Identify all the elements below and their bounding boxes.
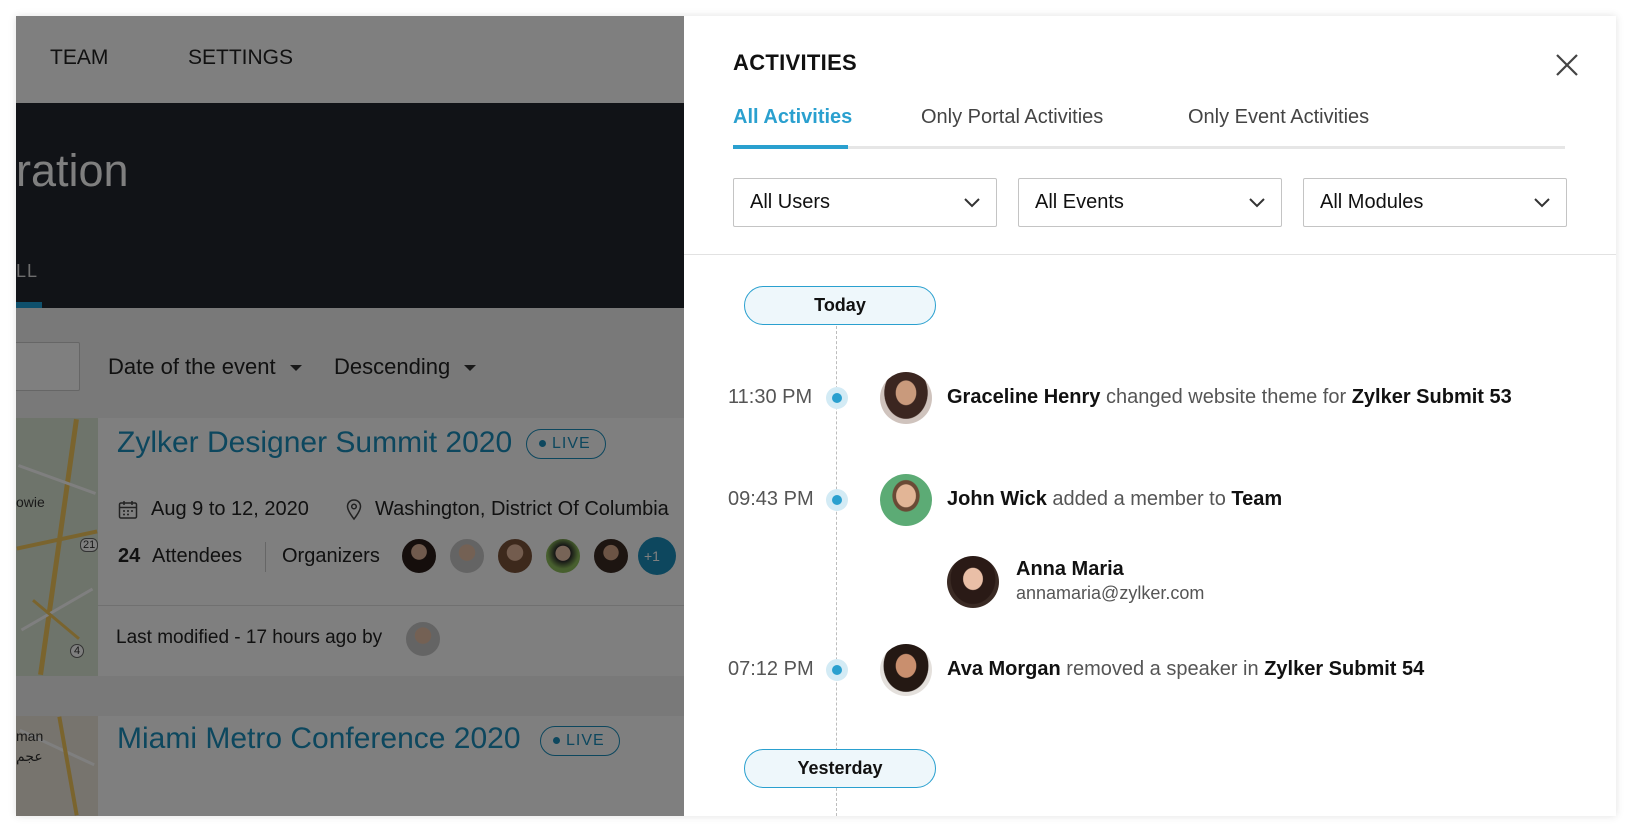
activity-time: 09:43 PM: [728, 488, 814, 510]
activity-action: removed a speaker in: [1066, 658, 1259, 680]
avatar: [880, 372, 932, 424]
activity-action: added a member to: [1052, 488, 1226, 510]
avatar: [880, 474, 932, 526]
activity-time: 11:30 PM: [728, 386, 813, 408]
activity-target[interactable]: Zylker Submit 53: [1352, 386, 1512, 408]
users-filter-dropdown[interactable]: All Users: [733, 178, 997, 227]
active-tab-indicator: [733, 145, 848, 149]
activity-time: 07:12 PM: [728, 658, 814, 680]
member-email: annamaria@zylker.com: [1016, 583, 1205, 603]
panel-title: ACTIVITIES: [733, 50, 858, 75]
day-label-today: Today: [744, 286, 936, 325]
activity-actor[interactable]: Graceline Henry: [947, 386, 1100, 408]
tab-only-event-activities[interactable]: Only Event Activities: [1188, 106, 1369, 129]
activities-panel: ACTIVITIES All Activities Only Portal Ac…: [684, 16, 1616, 816]
modules-filter-label: All Modules: [1320, 191, 1424, 213]
chevron-down-icon: [1534, 198, 1550, 208]
activity-action: changed website theme for: [1105, 386, 1347, 408]
member-name[interactable]: Anna Maria: [1016, 558, 1124, 581]
avatar: [880, 644, 932, 696]
timeline-dot: [826, 659, 848, 681]
tab-only-portal-activities[interactable]: Only Portal Activities: [921, 106, 1103, 129]
activity-description: Ava Morgan removed a speaker in Zylker S…: [947, 658, 1424, 681]
chevron-down-icon: [1249, 198, 1265, 208]
activity-target[interactable]: Zylker Submit 54: [1264, 658, 1424, 680]
modal-backdrop[interactable]: [16, 16, 684, 816]
activity-actor[interactable]: Ava Morgan: [947, 658, 1061, 680]
activity-target[interactable]: Team: [1231, 488, 1282, 510]
activity-actor[interactable]: John Wick: [947, 488, 1047, 510]
events-filter-dropdown[interactable]: All Events: [1018, 178, 1282, 227]
panel-divider: [684, 254, 1616, 255]
activity-description: John Wick added a member to Team: [947, 488, 1282, 511]
background-page: TEAM SETTINGS ration LL Date of the even…: [16, 16, 684, 816]
avatar: [947, 556, 999, 608]
chevron-down-icon: [964, 198, 980, 208]
users-filter-label: All Users: [750, 191, 831, 213]
activity-description: Graceline Henry changed website theme fo…: [947, 386, 1512, 409]
timeline-dot: [826, 489, 848, 511]
day-label-yesterday: Yesterday: [744, 749, 936, 788]
timeline-dot: [826, 387, 848, 409]
modules-filter-dropdown[interactable]: All Modules: [1303, 178, 1567, 227]
tab-all-activities[interactable]: All Activities: [733, 106, 852, 129]
events-filter-label: All Events: [1035, 191, 1124, 213]
close-icon[interactable]: [1552, 50, 1582, 80]
tabs-track: [733, 146, 1565, 149]
app-frame: TEAM SETTINGS ration LL Date of the even…: [16, 16, 1616, 816]
